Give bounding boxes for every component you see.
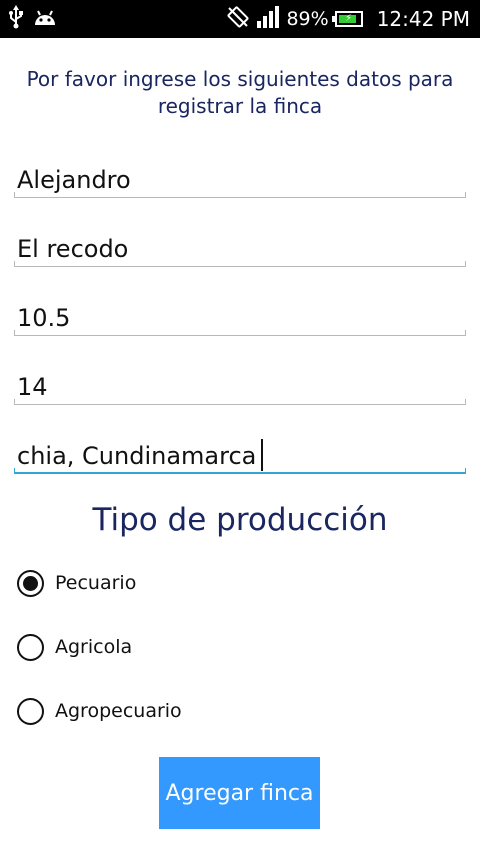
status-bar-system: 89% ⚡ 12:42 PM [226,0,470,38]
radio-label: Pecuario [55,572,137,594]
radio-label: Agricola [55,636,133,658]
status-bar-notifications [8,5,58,33]
instructions-text: Por favor ingrese los siguientes datos p… [26,67,454,118]
radio-option-agricola[interactable]: Agricola [17,632,132,662]
status-bar: 89% ⚡ 12:42 PM [0,0,480,38]
production-type-title: Tipo de producción [92,502,388,538]
radio-button[interactable] [17,697,44,725]
location-field-value: chia, Cundinamarca [17,442,257,470]
battery-percent: 89% [286,8,329,30]
usb-icon [8,5,24,33]
radio-button[interactable] [17,633,44,661]
screen-rotation-icon [226,5,250,34]
android-icon [32,7,58,31]
radio-button-selected[interactable] [17,569,44,597]
signal-icon [256,5,280,33]
radio-option-agropecuario[interactable]: Agropecuario [17,696,182,726]
number-field[interactable]: 14 [14,369,466,405]
location-field[interactable]: chia, Cundinamarca [14,438,466,474]
text-cursor [261,439,264,471]
radio-option-pecuario[interactable]: Pecuario [17,568,136,598]
owner-name-field[interactable]: Alejandro [14,162,466,198]
farm-name-field[interactable]: El recodo [14,231,466,267]
battery-charging-icon: ⚡ [331,11,363,27]
add-farm-button[interactable]: Agregar finca [159,757,320,829]
clock: 12:42 PM [376,7,470,31]
area-field[interactable]: 10.5 [14,300,466,336]
radio-label: Agropecuario [55,700,182,722]
